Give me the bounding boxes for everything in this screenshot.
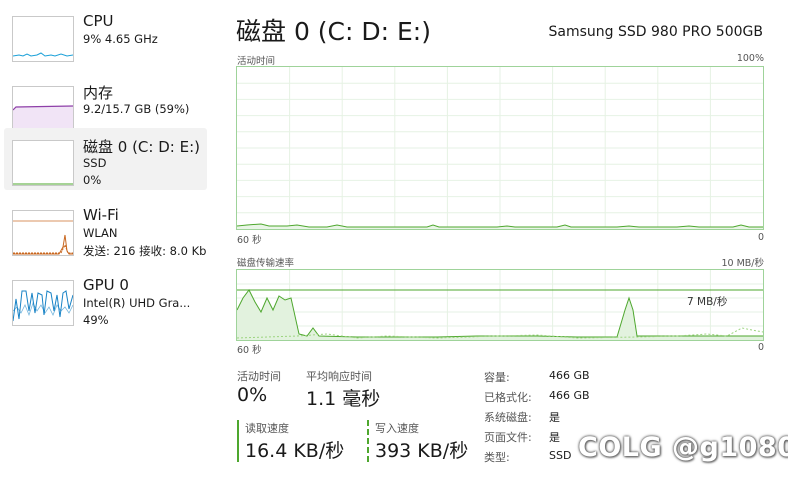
sidebar: CPU 9% 4.65 GHz 内存 9.2/15.7 GB (59%) 磁盘 … xyxy=(0,0,215,486)
sidebar-item-title: Wi-Fi xyxy=(83,206,119,224)
capacity-value: 466 GB xyxy=(549,369,590,382)
response-time-label: 平均响应时间 xyxy=(306,370,372,383)
activity-graph-label: 活动时间 xyxy=(237,56,276,67)
watermark: COLG @g1080 xyxy=(578,432,788,463)
page-file-key: 页面文件: xyxy=(484,431,532,444)
sidebar-item-wifi[interactable]: Wi-Fi WLAN 发送: 216 接收: 8.0 Kb xyxy=(4,198,207,260)
sidebar-item-gpu[interactable]: GPU 0 Intel(R) UHD Gra... 49% xyxy=(4,268,207,330)
transfer-graph-label: 磁盘传输速率 xyxy=(237,258,295,269)
sidebar-item-title: 磁盘 0 (C: D: E:) xyxy=(83,138,200,156)
active-time-label: 活动时间 xyxy=(237,370,281,383)
sidebar-item-detail: SSD xyxy=(83,156,107,170)
system-disk-value: 是 xyxy=(549,411,560,424)
sidebar-item-throughput: 发送: 216 接收: 8.0 Kb xyxy=(83,244,207,258)
memory-thumbnail xyxy=(12,86,74,132)
sidebar-item-detail: 9.2/15.7 GB (59%) xyxy=(83,102,190,116)
sidebar-item-memory[interactable]: 内存 9.2/15.7 GB (59%) xyxy=(4,74,207,136)
write-speed-value: 393 KB/秒 xyxy=(375,440,469,462)
write-speed-label: 写入速度 xyxy=(375,422,419,435)
transfer-graph-ref: 7 MB/秒 xyxy=(687,296,728,308)
read-speed-label: 读取速度 xyxy=(245,422,289,435)
sidebar-item-title: 内存 xyxy=(83,84,114,102)
sidebar-item-detail: 9% 4.65 GHz xyxy=(83,32,158,46)
sidebar-item-disk0[interactable]: 磁盘 0 (C: D: E:) SSD 0% xyxy=(4,128,207,190)
page-title: 磁盘 0 (C: D: E:) xyxy=(236,17,431,46)
device-model: Samsung SSD 980 PRO 500GB xyxy=(548,24,763,40)
activity-graph-time: 60 秒 xyxy=(237,235,262,246)
read-speed-value: 16.4 KB/秒 xyxy=(245,440,345,462)
disk-type-key: 类型: xyxy=(484,451,510,464)
cpu-thumbnail xyxy=(12,16,74,62)
sidebar-item-cpu[interactable]: CPU 9% 4.65 GHz xyxy=(4,4,207,66)
activity-graph-max: 100% xyxy=(736,53,764,64)
write-speed-indicator xyxy=(367,420,369,462)
read-speed-indicator xyxy=(237,420,239,462)
sidebar-item-detail: Intel(R) UHD Gra... xyxy=(83,296,191,310)
sidebar-item-usage: 0% xyxy=(83,173,102,187)
disk-thumbnail xyxy=(12,140,74,186)
transfer-graph-max: 10 MB/秒 xyxy=(721,258,764,269)
response-time-value: 1.1 毫秒 xyxy=(306,388,381,410)
page-file-value: 是 xyxy=(549,431,560,444)
sidebar-item-title: GPU 0 xyxy=(83,276,129,294)
formatted-value: 466 GB xyxy=(549,389,590,402)
transfer-graph-time: 60 秒 xyxy=(237,345,262,356)
activity-time-graph xyxy=(236,66,764,230)
sidebar-item-detail: WLAN xyxy=(83,226,118,240)
sidebar-item-title: CPU xyxy=(83,12,114,30)
disk-type-value: SSD xyxy=(549,449,572,462)
sidebar-item-usage: 49% xyxy=(83,313,109,327)
gpu-thumbnail xyxy=(12,280,74,326)
active-time-value: 0% xyxy=(237,384,268,406)
system-disk-key: 系统磁盘: xyxy=(484,411,532,424)
formatted-key: 已格式化: xyxy=(484,391,532,404)
capacity-key: 容量: xyxy=(484,371,510,384)
transfer-graph-min: 0 xyxy=(757,342,764,353)
transfer-rate-graph xyxy=(236,269,764,341)
activity-graph-min: 0 xyxy=(757,232,764,243)
wifi-thumbnail xyxy=(12,210,74,256)
